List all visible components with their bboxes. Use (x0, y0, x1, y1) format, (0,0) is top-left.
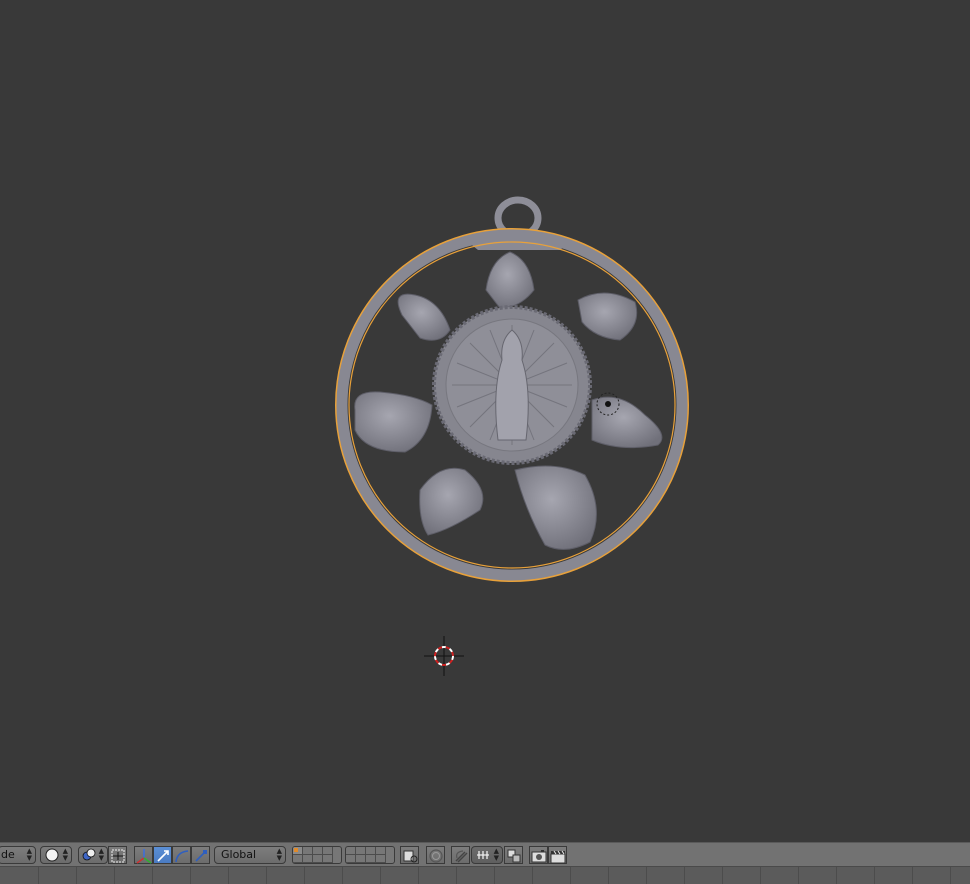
transform-orientation-dropdown[interactable]: Global ▲ ▼ (214, 846, 286, 864)
transform-orientation-label: Global (221, 848, 257, 861)
layer-cell[interactable] (366, 855, 376, 863)
render-icon (531, 850, 547, 863)
timeline-tick (456, 867, 457, 884)
timeline-tick (494, 867, 495, 884)
layer-cell[interactable] (346, 847, 356, 855)
opengl-render-animation-button[interactable] (548, 846, 567, 864)
translate-icon (157, 850, 169, 862)
snap-toggle-button[interactable] (451, 846, 470, 864)
layer-cell[interactable] (346, 863, 356, 864)
snap-target-button[interactable] (504, 846, 523, 864)
timeline-tick (38, 867, 39, 884)
timeline-tick (912, 867, 913, 884)
layer-cell[interactable] (313, 847, 323, 855)
layer-cell[interactable] (293, 863, 303, 864)
timeline-tick (532, 867, 533, 884)
timeline-tick (874, 867, 875, 884)
clapperboard-icon (550, 850, 566, 864)
scale-icon (195, 850, 207, 862)
viewport-shading-dropdown[interactable]: ▲ ▼ (40, 846, 72, 864)
layer-cell[interactable] (293, 847, 303, 855)
snap-element-dropdown[interactable]: ▲ ▼ (471, 846, 503, 864)
pivot-point-icon (82, 848, 96, 861)
magnet-icon (455, 850, 468, 863)
timeline-tick (608, 867, 609, 884)
scene-layers-grid-1[interactable] (292, 846, 342, 864)
manipulator-toggle-button[interactable] (134, 846, 153, 864)
layer-cell[interactable] (366, 847, 376, 855)
layer-cell[interactable] (303, 847, 313, 855)
chevron-updown-icon: ▲ ▼ (62, 847, 68, 862)
layer-cell[interactable] (303, 863, 313, 864)
chevron-updown-icon: ▲ ▼ (276, 847, 282, 862)
timeline-tick (304, 867, 305, 884)
timeline-tick (570, 867, 571, 884)
timeline-tick (798, 867, 799, 884)
3d-viewport[interactable] (0, 0, 970, 842)
translate-button[interactable] (153, 846, 172, 864)
viewport-header: de ▲ ▼ ▲ ▼ ▲ ▼ Global ▲ ▼ ▲ ▼ (0, 842, 970, 867)
layer-cell[interactable] (376, 847, 386, 855)
layer-cell[interactable] (293, 855, 303, 863)
3d-cursor-icon[interactable] (424, 636, 464, 676)
timeline-tick (836, 867, 837, 884)
mode-dropdown[interactable]: de ▲ ▼ (0, 846, 36, 864)
center-points-icon (111, 849, 125, 863)
timeline-tick (760, 867, 761, 884)
layer-cell[interactable] (346, 855, 356, 863)
rotate-button[interactable] (172, 846, 191, 864)
timeline-tick (950, 867, 951, 884)
manipulate-center-points-button[interactable] (108, 846, 127, 864)
snap-target-icon (507, 849, 521, 863)
timeline-tick (76, 867, 77, 884)
rotate-icon (175, 850, 189, 863)
layer-cell[interactable] (356, 863, 366, 864)
timeline-tick (152, 867, 153, 884)
pendant-mesh[interactable] (320, 190, 710, 590)
timeline-tick (380, 867, 381, 884)
timeline-strip[interactable] (0, 867, 970, 884)
timeline-tick (722, 867, 723, 884)
timeline-tick (266, 867, 267, 884)
timeline-tick (114, 867, 115, 884)
timeline-tick (228, 867, 229, 884)
snap-increment-icon (477, 851, 489, 859)
layer-cell[interactable] (303, 855, 313, 863)
proportional-edit-icon (429, 849, 443, 863)
timeline-tick (342, 867, 343, 884)
manipulator-axes-icon (136, 849, 152, 864)
timeline-tick (190, 867, 191, 884)
proportional-editing-button[interactable] (426, 846, 445, 864)
scene-layers-grid-2[interactable] (345, 846, 395, 864)
scale-button[interactable] (191, 846, 210, 864)
layer-cell[interactable] (323, 855, 333, 863)
timeline-tick (684, 867, 685, 884)
timeline-tick (646, 867, 647, 884)
solid-sphere-icon (45, 848, 59, 862)
lock-layers-button[interactable] (400, 846, 419, 864)
layer-cell[interactable] (313, 855, 323, 863)
timeline-tick (418, 867, 419, 884)
pivot-point-dropdown[interactable]: ▲ ▼ (78, 846, 108, 864)
layer-lock-icon (403, 850, 418, 863)
mode-label: de (1, 848, 15, 861)
chevron-updown-icon: ▲ ▼ (26, 847, 32, 862)
layer-cell[interactable] (356, 847, 366, 855)
layer-cell[interactable] (323, 847, 333, 855)
opengl-render-image-button[interactable] (529, 846, 548, 864)
layer-cell[interactable] (376, 855, 386, 863)
chevron-updown-icon: ▲ ▼ (98, 847, 104, 862)
chevron-updown-icon: ▲ ▼ (493, 847, 499, 862)
layer-cell[interactable] (356, 855, 366, 863)
